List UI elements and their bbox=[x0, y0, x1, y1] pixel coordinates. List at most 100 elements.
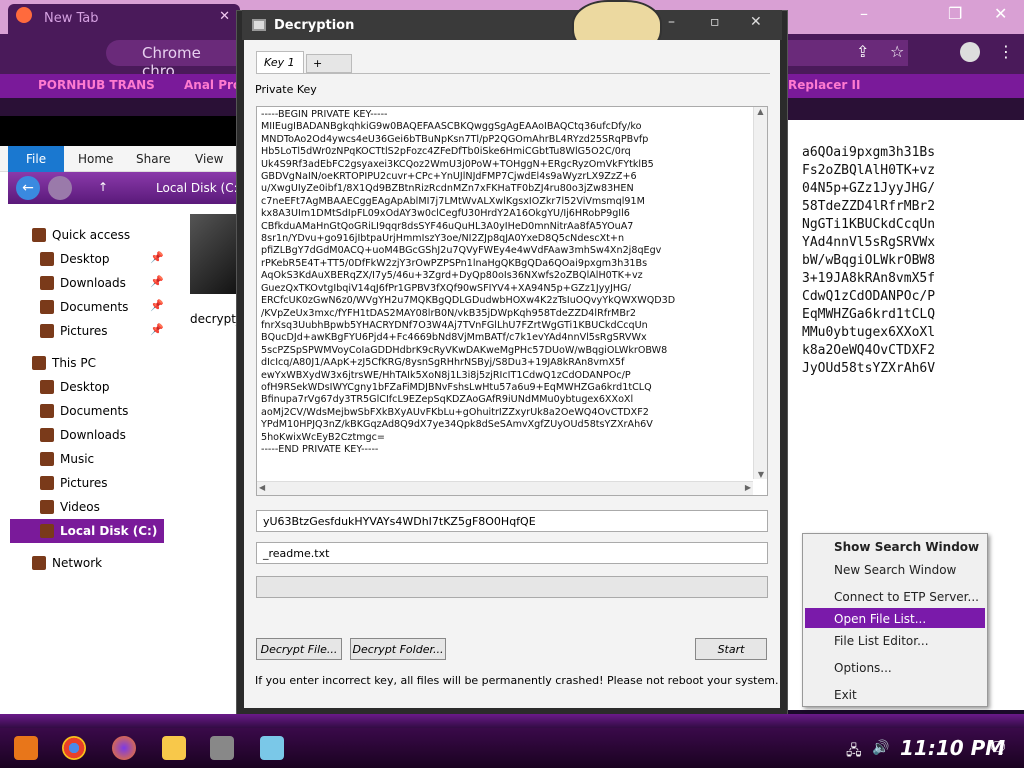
close-icon[interactable]: ✕ bbox=[994, 4, 1007, 23]
nav-item-label: Videos bbox=[60, 500, 100, 514]
folder-icon bbox=[40, 404, 54, 418]
vertical-scrollbar[interactable]: ▲ ▼ bbox=[753, 107, 767, 479]
bookmark-1[interactable]: PORNHUB TRANS bbox=[38, 78, 155, 92]
close-icon[interactable]: ✕ bbox=[750, 14, 762, 30]
nav-item-label: Desktop bbox=[60, 380, 110, 394]
bookmark-3[interactable]: Replacer II bbox=[788, 78, 860, 92]
folder-icon bbox=[40, 252, 54, 266]
folder-icon bbox=[32, 356, 46, 370]
nav-item[interactable]: Network bbox=[0, 551, 240, 575]
firefox-icon[interactable] bbox=[112, 736, 136, 760]
decrypt-file-button[interactable]: Decrypt File... bbox=[256, 638, 342, 660]
ribbon-tab-home[interactable]: Home bbox=[78, 152, 113, 166]
nav-item[interactable]: This PC bbox=[0, 351, 240, 375]
tab-add[interactable]: + bbox=[306, 54, 352, 73]
volume-icon[interactable]: 🔊 bbox=[872, 740, 889, 756]
scroll-down-icon[interactable]: ▼ bbox=[754, 470, 768, 479]
nav-item-label: Pictures bbox=[60, 324, 108, 338]
horizontal-scrollbar[interactable]: ◀ ▶ bbox=[257, 481, 753, 495]
scroll-right-icon[interactable]: ▶ bbox=[745, 483, 751, 492]
back-icon[interactable]: ← bbox=[16, 176, 40, 200]
folder-icon bbox=[40, 300, 54, 314]
private-key-text[interactable]: -----BEGIN PRIVATE KEY----- MIIEugIBADAN… bbox=[261, 109, 675, 456]
menu-item[interactable]: Options... bbox=[834, 661, 892, 675]
scroll-up-icon[interactable]: ▲ bbox=[754, 107, 767, 116]
folder-icon bbox=[40, 380, 54, 394]
minimize-icon[interactable]: – bbox=[860, 4, 868, 23]
tab-divider bbox=[256, 73, 770, 74]
chrome-tab[interactable]: New Tab ✕ bbox=[8, 4, 240, 34]
nav-item-label: Local Disk (C:) bbox=[60, 524, 158, 538]
taskbar bbox=[0, 728, 1024, 768]
start-button[interactable]: Start bbox=[695, 638, 767, 660]
app-icon[interactable] bbox=[260, 736, 284, 760]
nav-item[interactable]: Local Disk (C:) bbox=[0, 519, 240, 543]
chrome-tab-icon bbox=[16, 7, 32, 23]
nav-item-label: Pictures bbox=[60, 476, 108, 490]
pin-icon[interactable]: 📌 bbox=[150, 275, 164, 288]
nav-item-label: Music bbox=[60, 452, 95, 466]
menu-item[interactable]: Exit bbox=[834, 688, 857, 702]
background-text: a6QOai9pxgm3h31Bs Fs2oZBQlAlH0TK+vz 04N5… bbox=[802, 145, 936, 376]
tools-icon[interactable] bbox=[210, 736, 234, 760]
minimize-icon[interactable]: – bbox=[668, 14, 675, 30]
folder-icon bbox=[40, 428, 54, 442]
warning-text: If you enter incorrect key, all files wi… bbox=[255, 674, 779, 687]
folder-icon bbox=[32, 556, 46, 570]
explorer-titlebar bbox=[0, 116, 240, 146]
up-icon[interactable]: ↑ bbox=[98, 180, 108, 194]
omnibox[interactable]: Chrome chro bbox=[106, 40, 236, 80]
close-icon[interactable]: ✕ bbox=[219, 9, 230, 24]
pin-icon[interactable]: 📌 bbox=[150, 251, 164, 264]
menu-icon[interactable]: ⋮ bbox=[998, 42, 1014, 61]
ribbon-tab-share[interactable]: Share bbox=[136, 152, 171, 166]
start-icon[interactable] bbox=[14, 736, 38, 760]
folder-icon bbox=[40, 324, 54, 338]
readme-field[interactable]: _readme.txt bbox=[256, 542, 768, 564]
nav-item[interactable]: Desktop bbox=[0, 375, 240, 399]
dialog-title: Decryption bbox=[242, 10, 782, 40]
nav-item-label: Documents bbox=[60, 300, 129, 314]
maximize-icon[interactable]: ❐ bbox=[948, 4, 962, 23]
window-icon bbox=[252, 19, 266, 31]
avatar[interactable] bbox=[960, 42, 980, 62]
ribbon-tab-view[interactable]: View bbox=[195, 152, 223, 166]
nav-item[interactable]: Videos bbox=[0, 495, 240, 519]
folder-icon bbox=[40, 276, 54, 290]
scroll-left-icon[interactable]: ◀ bbox=[259, 483, 265, 492]
chrome-icon[interactable] bbox=[62, 736, 86, 760]
address-text[interactable]: Local Disk (C:) bbox=[156, 181, 242, 195]
menu-item[interactable]: Open File List... bbox=[834, 612, 926, 626]
folder-icon[interactable] bbox=[162, 736, 186, 760]
key-field[interactable]: yU63BtzGesfdukHYVAYs4WDhI7tKZ5gF8O0HqfQE bbox=[256, 510, 768, 532]
menu-item[interactable]: Connect to ETP Server... bbox=[834, 590, 979, 604]
file-icon[interactable] bbox=[190, 214, 240, 294]
network-icon[interactable]: 🖧 bbox=[846, 740, 862, 764]
nav-item-label: Documents bbox=[60, 404, 129, 418]
ribbon-tab-file[interactable]: File bbox=[8, 146, 64, 172]
menu-item[interactable]: File List Editor... bbox=[834, 634, 929, 648]
nav-item[interactable]: Music bbox=[0, 447, 240, 471]
menu-item[interactable]: New Search Window bbox=[834, 563, 956, 577]
nav-item-label: Desktop bbox=[60, 252, 110, 266]
share-icon[interactable]: ⇪ bbox=[856, 42, 869, 61]
pin-icon[interactable]: 📌 bbox=[150, 323, 164, 336]
folder-icon bbox=[40, 452, 54, 466]
nav-item-label: Quick access bbox=[52, 228, 131, 242]
tab-key-1[interactable]: Key 1 bbox=[256, 51, 304, 73]
folder-icon bbox=[40, 500, 54, 514]
nav-item[interactable]: Pictures bbox=[0, 471, 240, 495]
decrypt-folder-button[interactable]: Decrypt Folder... bbox=[350, 638, 446, 660]
private-key-textarea[interactable]: -----BEGIN PRIVATE KEY----- MIIEugIBADAN… bbox=[256, 106, 768, 496]
nav-item[interactable]: Downloads bbox=[0, 423, 240, 447]
notification-icon[interactable]: 🗨 bbox=[988, 738, 1008, 757]
menu-item[interactable]: Show Search Window bbox=[834, 540, 979, 554]
pin-icon[interactable]: 📌 bbox=[150, 299, 164, 312]
maximize-icon[interactable]: ▫ bbox=[710, 14, 720, 30]
folder-icon bbox=[40, 476, 54, 490]
nav-item-label: Network bbox=[52, 556, 103, 570]
folder-icon bbox=[40, 524, 54, 538]
star-icon[interactable]: ☆ bbox=[890, 42, 904, 61]
nav-item[interactable]: Documents bbox=[0, 399, 240, 423]
forward-icon[interactable] bbox=[48, 176, 72, 200]
